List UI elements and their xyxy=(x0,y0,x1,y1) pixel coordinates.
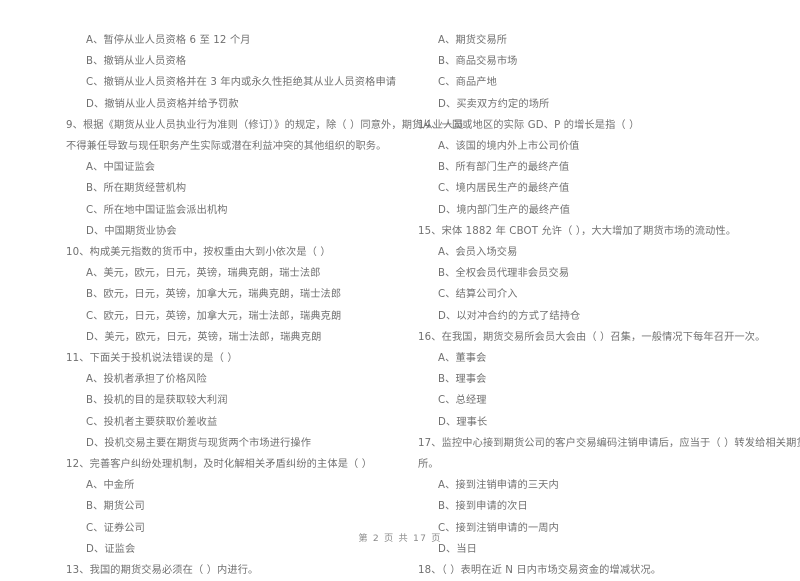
option-item: D、理事长 xyxy=(438,416,488,428)
option-item: B、撤销从业人员资格 xyxy=(86,56,187,68)
option-item: A、会员入场交易 xyxy=(438,247,518,259)
option-item: C、结算公司介入 xyxy=(438,289,518,301)
question-columns: A、暂停从业人员资格 6 至 12 个月 B、撤销从业人员资格 C、撤销从业人员… xyxy=(0,30,800,581)
option-item: D、境内部门生产的最终产值 xyxy=(438,204,571,216)
question-continuation: 不得兼任导致与现任职务产生实际或潜在利益冲突的其他组织的职务。 xyxy=(66,141,387,153)
question-item: 13、我国的期货交易必须在（ ）内进行。 xyxy=(66,565,259,577)
option-item: C、投机者主要获取价差收益 xyxy=(86,416,218,428)
right-question-column: A、期货交易所 B、商品交易市场 C、商品产地 D、买卖双方约定的场所 14、一… xyxy=(418,30,800,581)
option-item: A、投机者承担了价格风险 xyxy=(86,374,207,386)
option-item: C、商品产地 xyxy=(438,77,497,89)
option-item: B、所在期货经营机构 xyxy=(86,183,187,195)
question-item: 12、完善客户纠纷处理机制，及时化解相关矛盾纠纷的主体是（ ） xyxy=(66,459,373,471)
question-item: 18、（ ）表明在近 N 日内市场交易资金的增减状况。 xyxy=(418,565,662,577)
question-item: 16、在我国，期货交易所会员大会由（ ）召集，一般情况下每年召开一次。 xyxy=(418,331,766,343)
question-item: 9、根据《期货从业人员执业行为准则（修订）》的规定，除（ ）同意外，期货从业人员 xyxy=(66,119,464,131)
option-item: C、欧元，日元，英镑，加拿大元，瑞士法郎，瑞典克朗 xyxy=(86,310,342,322)
question-item: 17、监控中心接到期货公司的客户交易编码注销申请后，应当于（ ）转发给相关期货交… xyxy=(418,437,800,449)
option-item: B、投机的目的是获取较大利润 xyxy=(86,395,228,407)
option-item: B、全权会员代理非会员交易 xyxy=(438,268,570,280)
option-item: A、该国的境内外上市公司价值 xyxy=(438,141,580,153)
option-item: A、中金所 xyxy=(86,480,135,492)
option-item: A、暂停从业人员资格 6 至 12 个月 xyxy=(86,35,251,46)
option-item: D、买卖双方约定的场所 xyxy=(438,98,550,110)
option-item: B、商品交易市场 xyxy=(438,56,518,68)
option-item: B、接到申请的次日 xyxy=(438,501,528,513)
option-item: D、撤销从业人员资格并给予罚款 xyxy=(86,98,239,110)
option-item: C、总经理 xyxy=(438,395,487,407)
option-item: B、理事会 xyxy=(438,374,487,386)
option-item: A、期货交易所 xyxy=(438,35,508,46)
option-item: C、所在地中国证监会派出机构 xyxy=(86,204,228,216)
option-item: A、中国证监会 xyxy=(86,162,156,174)
question-item: 10、构成美元指数的货币中，按权重由大到小依次是（ ） xyxy=(66,247,331,259)
question-item: 11、下面关于投机说法错误的是（ ） xyxy=(66,353,238,365)
left-question-column: A、暂停从业人员资格 6 至 12 个月 B、撤销从业人员资格 C、撤销从业人员… xyxy=(66,30,464,581)
option-item: B、欧元，日元，英镑，加拿大元，瑞典克朗，瑞士法郎 xyxy=(86,289,342,301)
option-item: D、中国期货业协会 xyxy=(86,225,177,237)
option-item: A、美元，欧元，日元，英镑，瑞典克朗，瑞士法郎 xyxy=(86,268,321,280)
question-continuation: 所。 xyxy=(418,459,439,471)
page-footer: 第 2 页 共 17 页 xyxy=(358,533,442,544)
option-item: B、期货公司 xyxy=(86,501,145,513)
option-item: D、美元，欧元，日元，英镑，瑞士法郎，瑞典克朗 xyxy=(86,331,322,343)
option-item: C、境内居民生产的最终产值 xyxy=(438,183,570,195)
question-item: 15、宋体 1882 年 CBOT 允许（ ），大大增加了期货市场的流动性。 xyxy=(418,225,737,237)
option-item: D、投机交易主要在期货与现货两个市场进行操作 xyxy=(86,437,312,449)
exam-page: A、暂停从业人员资格 6 至 12 个月 B、撤销从业人员资格 C、撤销从业人员… xyxy=(0,0,800,576)
option-item: A、董事会 xyxy=(438,353,487,365)
option-item: C、撤销从业人员资格并在 3 年内或永久性拒绝其从业人员资格申请 xyxy=(86,77,397,89)
option-item: B、所有部门生产的最终产值 xyxy=(438,162,570,174)
option-item: D、以对冲合约的方式了结持仓 xyxy=(438,310,581,322)
option-item: A、接到注销申请的三天内 xyxy=(438,480,559,492)
question-item: 14、一国或地区的实际 GD、P 的增长是指（ ） xyxy=(418,119,640,131)
